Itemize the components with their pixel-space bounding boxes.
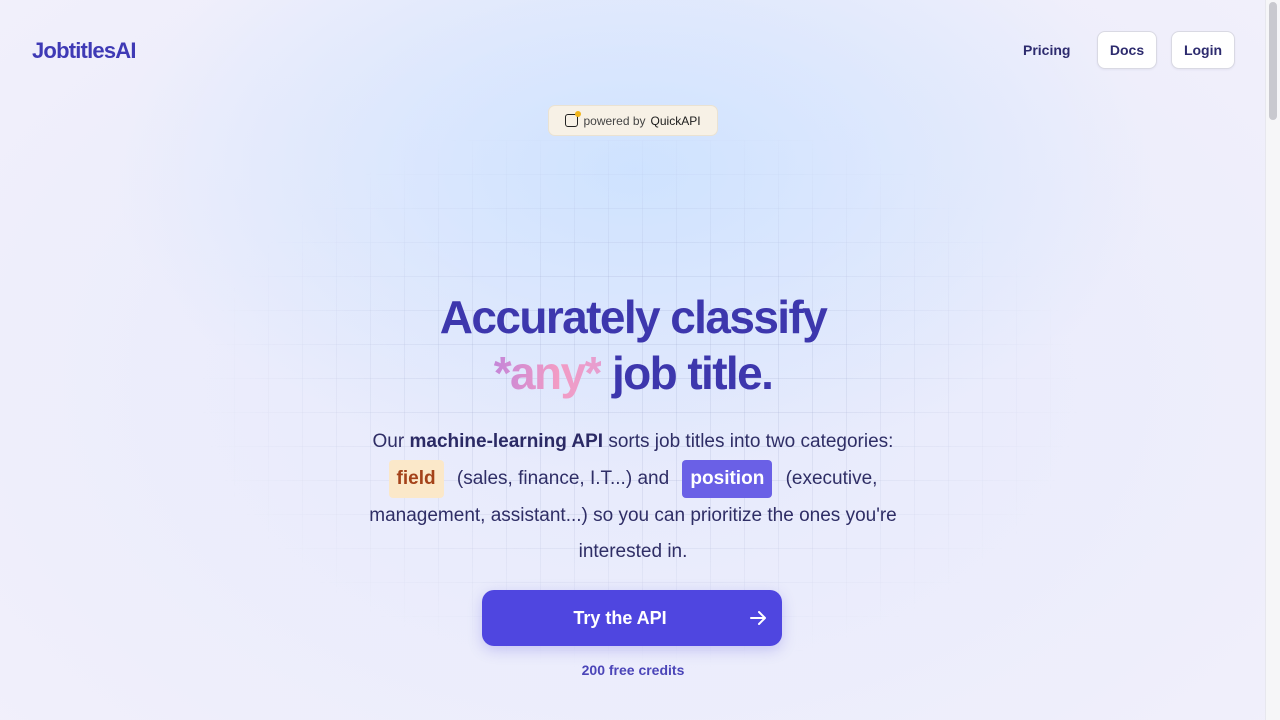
- hero-description: Our machine-learning API sorts job title…: [352, 424, 914, 570]
- docs-button[interactable]: Docs: [1097, 31, 1157, 69]
- cta-label: Try the API: [573, 607, 667, 628]
- login-button[interactable]: Login: [1171, 31, 1235, 69]
- scrollbar-thumb[interactable]: [1269, 2, 1277, 120]
- powered-by-prefix: powered by: [583, 113, 646, 128]
- hero-title-line1: Accurately classify: [439, 291, 828, 343]
- free-credits-note: 200 free credits: [581, 662, 685, 678]
- field-examples: (sales, finance, I.T...) and: [451, 468, 675, 489]
- arrow-right-icon: [750, 611, 766, 625]
- quickapi-logo-icon: [565, 111, 582, 127]
- position-tag: position: [682, 460, 773, 498]
- hero-title-line2-text: job title.: [600, 347, 774, 399]
- hero-title-line2: *any* job title.: [0, 346, 1266, 400]
- powered-by-name: QuickAPI: [650, 113, 701, 128]
- field-tag: field: [388, 460, 444, 498]
- hero-any-emphasis: *any*: [493, 347, 603, 399]
- desc-bold: machine-learning API: [409, 431, 604, 452]
- desc-after-bold: sorts job titles into two categories:: [603, 431, 894, 452]
- vertical-scrollbar[interactable]: [1265, 0, 1280, 720]
- nav-pricing-link[interactable]: Pricing: [1010, 32, 1083, 68]
- try-the-api-button[interactable]: Try the API: [482, 590, 782, 646]
- powered-by-badge[interactable]: powered by QuickAPI: [548, 105, 718, 136]
- brand-logo[interactable]: JobtitlesAI: [32, 38, 136, 64]
- desc-intro: Our: [372, 431, 410, 452]
